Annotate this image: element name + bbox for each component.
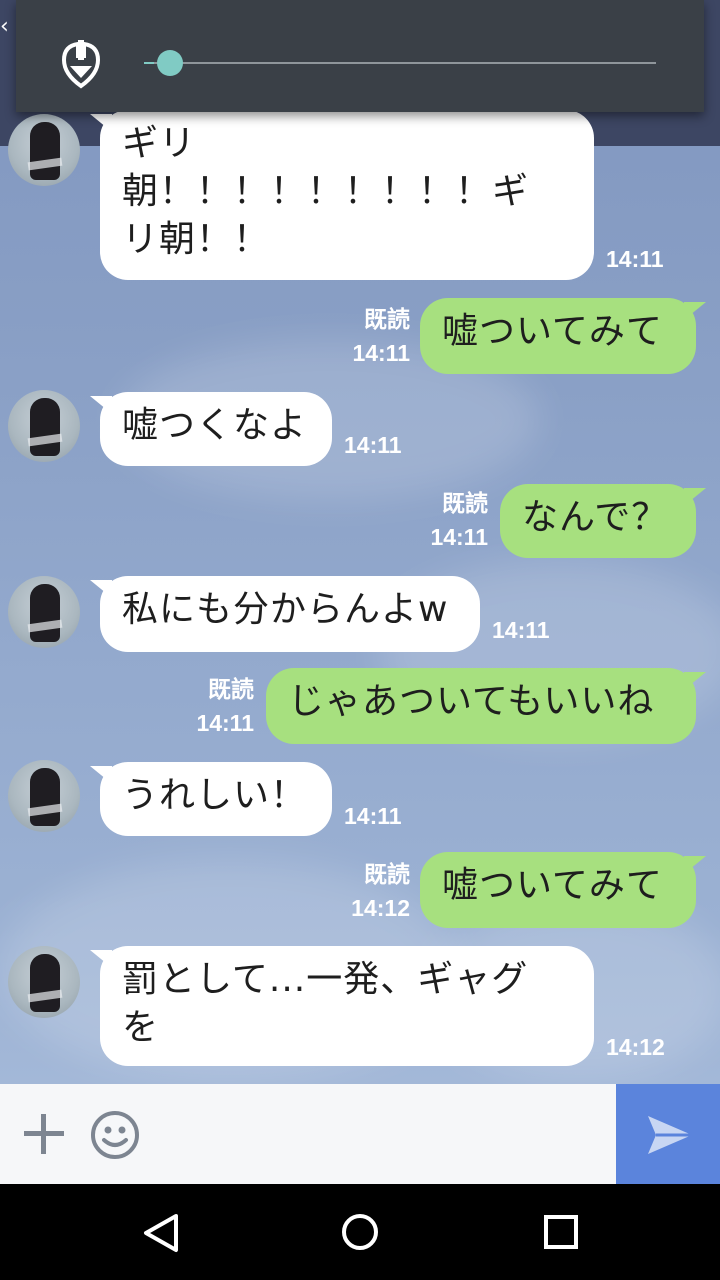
message-text: 私にも分からんよw <box>122 589 449 630</box>
bubble-tail <box>90 396 112 414</box>
bubble-tail <box>90 580 112 598</box>
home-circle-icon[interactable] <box>340 1212 380 1252</box>
message-timestamp: 14:11 <box>606 246 664 272</box>
send-icon <box>648 1116 692 1154</box>
bubble-tail <box>684 302 706 320</box>
avatar-figure <box>30 584 60 642</box>
volume-fill <box>144 62 155 64</box>
message-timestamp: 14:11 <box>344 803 402 829</box>
message-timestamp: 14:11 <box>430 524 488 550</box>
read-receipt: 既読 <box>442 491 488 517</box>
alarm-volume-icon <box>61 40 101 89</box>
read-receipt: 既読 <box>208 677 254 703</box>
volume-slider[interactable] <box>144 50 656 76</box>
back-arrow-icon[interactable]: ‹ <box>0 14 9 39</box>
back-triangle-icon[interactable] <box>140 1212 182 1254</box>
avatar-figure <box>30 122 60 180</box>
read-receipt: 既読 <box>364 862 410 888</box>
chat-area[interactable]: ‹ ギリ 朝！！！！！！！！！ギ リ朝！！ 14:11 嘘ついてみて 既読 14:11 嘘つく… <box>0 0 720 1084</box>
incoming-message-bubble[interactable]: ギリ朝！！！！！！！！！ギ リ朝！！ <box>90 110 594 280</box>
outgoing-message-bubble[interactable]: なんで？ <box>500 484 706 558</box>
incoming-message-bubble[interactable]: 罰として...一発、ギャグを <box>90 946 594 1066</box>
navigation-bar <box>0 1184 720 1280</box>
message-text: リ朝！！ <box>122 219 271 260</box>
volume-panel <box>16 0 704 112</box>
read-receipt: 既読 <box>364 307 410 333</box>
message-timestamp: 14:12 <box>351 895 410 921</box>
smiley-icon[interactable] <box>90 1110 140 1160</box>
message-timestamp: 14:11 <box>492 617 550 643</box>
outgoing-message-bubble[interactable]: 嘘ついてみて <box>420 852 706 928</box>
outgoing-message-bubble[interactable]: じゃあついてもいいね <box>266 668 706 744</box>
message-text: うれしい！ <box>122 775 308 816</box>
bubble-tail <box>684 672 706 690</box>
message-text: を <box>122 1007 160 1048</box>
bubble-tail <box>90 950 112 968</box>
message-input-bar <box>0 1084 616 1184</box>
avatar[interactable] <box>8 114 80 186</box>
avatar[interactable] <box>8 390 80 462</box>
message-text: なんで？ <box>522 497 669 538</box>
recent-apps-icon[interactable] <box>543 1214 579 1250</box>
message-text: 嘘ついてみて <box>442 311 663 352</box>
avatar-figure <box>30 768 60 826</box>
message-text: じゃあついてもいいね <box>288 681 655 722</box>
incoming-message-bubble[interactable]: うれしい！ <box>90 762 332 836</box>
message-text: ギリ <box>122 123 197 164</box>
incoming-message-bubble[interactable]: 私にも分からんよw <box>90 576 480 652</box>
avatar[interactable] <box>8 576 80 648</box>
send-button[interactable] <box>616 1084 720 1184</box>
message-text: 嘘つくなよ <box>122 405 308 446</box>
outgoing-message-bubble[interactable]: 嘘ついてみて <box>420 298 706 374</box>
message-timestamp: 14:11 <box>352 340 410 366</box>
bubble-tail <box>90 114 112 132</box>
bubble-tail <box>90 766 112 784</box>
avatar[interactable] <box>8 946 80 1018</box>
bubble-tail <box>684 488 706 506</box>
plus-icon[interactable] <box>22 1112 66 1156</box>
avatar-figure <box>30 954 60 1012</box>
volume-thumb[interactable] <box>157 50 184 76</box>
message-timestamp: 14:12 <box>606 1034 665 1060</box>
message-text: 朝！！！！！！！！！ギ <box>122 171 530 212</box>
message-timestamp: 14:11 <box>344 432 402 458</box>
avatar[interactable] <box>8 760 80 832</box>
avatar-figure <box>30 398 60 456</box>
message-timestamp: 14:11 <box>196 710 254 736</box>
bubble-tail <box>684 856 706 874</box>
incoming-message-bubble[interactable]: 嘘つくなよ <box>90 392 332 466</box>
message-text: 嘘ついてみて <box>442 865 663 906</box>
message-text: 罰として...一発、ギャグ <box>122 959 529 1000</box>
